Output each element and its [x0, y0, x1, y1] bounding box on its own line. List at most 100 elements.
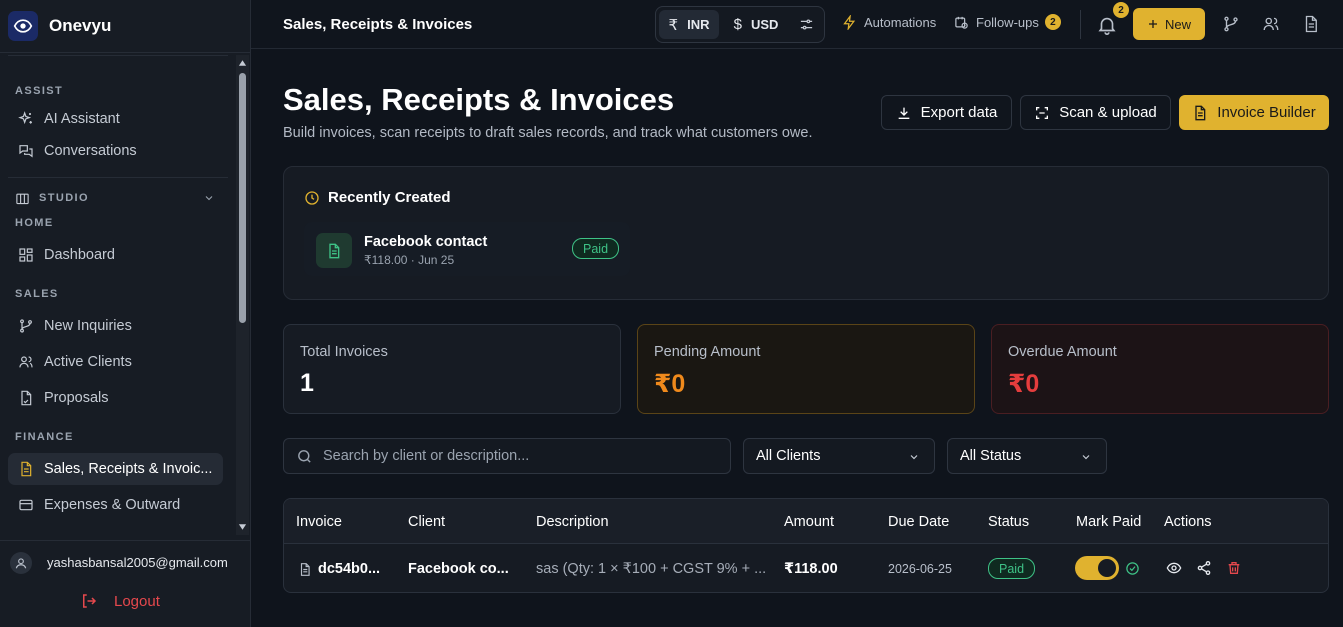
lightning-icon	[843, 15, 856, 30]
invoice-id: dc54b0...	[318, 561, 381, 577]
status-filter-select[interactable]: All Status	[947, 438, 1107, 474]
download-icon	[898, 107, 909, 119]
eye-icon[interactable]	[1166, 560, 1182, 576]
grid-icon	[19, 248, 33, 262]
new-button[interactable]: New	[1133, 8, 1205, 40]
column-header: Description	[536, 514, 609, 530]
studio-label: STUDIO	[39, 192, 89, 204]
select-value: All Status	[960, 448, 1022, 464]
export-label: Export data	[920, 104, 998, 121]
table-header: Invoice Client Description Amount Due Da…	[284, 499, 1328, 544]
search-box[interactable]	[283, 438, 731, 474]
notifications-badge: 2	[1113, 2, 1129, 18]
column-header: Due Date	[888, 514, 950, 530]
rupee-icon: ₹	[668, 16, 679, 34]
sidebar-item-ai-assistant[interactable]: AI Assistant	[8, 103, 223, 135]
sidebar-item-dashboard[interactable]: Dashboard	[8, 239, 223, 271]
divider	[1080, 10, 1081, 39]
studio-section-toggle[interactable]: STUDIO	[15, 191, 215, 205]
scan-icon	[1036, 106, 1049, 119]
followups-label: Follow-ups	[976, 14, 1039, 30]
user-profile[interactable]: yashasbansal2005@gmail.com	[0, 540, 250, 584]
bell-icon	[1098, 17, 1116, 35]
recently-created-panel: Recently Created Facebook contact ₹118.0…	[283, 166, 1329, 300]
brand-name: Onevyu	[49, 16, 112, 35]
recent-invoice-card[interactable]: Facebook contact ₹118.00 · Jun 25 Paid	[304, 222, 630, 276]
eye-logo-icon	[8, 11, 38, 41]
currency-switcher: ₹ INR $ USD	[655, 6, 825, 43]
stat-pending-amount: Pending Amount ₹0	[637, 324, 975, 414]
recent-item-meta: ₹118.00 · Jun 25	[364, 253, 455, 267]
logout-button[interactable]: Logout	[80, 592, 160, 610]
sidebar-scrollbar[interactable]	[236, 55, 249, 535]
clients-filter-select[interactable]: All Clients	[743, 438, 935, 474]
toggle-knob	[1098, 559, 1116, 577]
followups-link[interactable]: Follow-ups 2	[954, 14, 1061, 30]
column-header: Actions	[1164, 514, 1212, 530]
search-icon	[298, 449, 311, 463]
description-cell: sas (Qty: 1 × ₹100 + CGST 9% + ...	[536, 561, 767, 577]
new-label: New	[1164, 16, 1191, 32]
currency-usd-button[interactable]: $ USD	[726, 10, 786, 39]
sidebar-item-conversations[interactable]: Conversations	[8, 135, 223, 167]
table-row[interactable]: dc54b0... Facebook co... sas (Qty: 1 × ₹…	[284, 544, 1328, 592]
user-icon	[15, 557, 27, 568]
building-icon	[16, 193, 29, 204]
recent-item-name: Facebook contact	[364, 234, 488, 250]
scroll-thumb[interactable]	[239, 73, 246, 323]
scan-upload-button[interactable]: Scan & upload	[1020, 95, 1171, 130]
section-label-finance: FINANCE	[15, 431, 74, 443]
sidebar-item-sales-receipts[interactable]: Sales, Receipts & Invoic...	[8, 453, 223, 485]
sidebar-item-label: New Inquiries	[44, 318, 132, 334]
brand[interactable]: Onevyu	[0, 0, 250, 53]
currency-inr-button[interactable]: ₹ INR	[659, 10, 719, 39]
invoice-cell[interactable]: dc54b0...	[298, 561, 380, 577]
dollar-icon: $	[733, 16, 742, 33]
page-title: Sales, Receipts & Invoices	[283, 82, 675, 117]
stat-label: Overdue Amount	[1008, 344, 1117, 360]
notifications-button[interactable]	[1096, 14, 1118, 36]
stat-value: ₹0	[1008, 370, 1040, 398]
share-icon[interactable]	[1196, 560, 1212, 576]
status-badge: Paid	[572, 238, 620, 259]
stat-label: Total Invoices	[300, 344, 388, 360]
sidebar-item-active-clients[interactable]: Active Clients	[8, 346, 223, 378]
git-branch-icon	[20, 319, 32, 333]
column-header: Status	[988, 514, 1030, 530]
section-label-home: HOME	[15, 217, 54, 229]
logout-icon	[83, 594, 97, 608]
scroll-up-icon[interactable]	[238, 59, 247, 67]
chevron-down-icon	[910, 455, 918, 460]
currency-settings-button[interactable]	[792, 10, 820, 39]
stat-overdue-amount: Overdue Amount ₹0	[991, 324, 1329, 414]
sidebar-item-label: Conversations	[44, 143, 137, 159]
search-input[interactable]	[323, 448, 703, 464]
document-icon[interactable]	[1302, 15, 1320, 33]
mark-paid-toggle[interactable]	[1075, 556, 1119, 580]
avatar	[10, 551, 32, 574]
sidebar-item-label: AI Assistant	[44, 111, 120, 127]
users-icon[interactable]	[1262, 15, 1280, 33]
scroll-down-icon[interactable]	[238, 523, 247, 531]
sidebar-item-new-inquiries[interactable]: New Inquiries	[8, 310, 223, 342]
invoice-builder-button[interactable]: Invoice Builder	[1179, 95, 1329, 130]
trash-icon[interactable]	[1226, 560, 1242, 576]
sidebar-item-proposals[interactable]: Proposals	[8, 382, 223, 414]
export-data-button[interactable]: Export data	[881, 95, 1012, 130]
column-header: Client	[408, 514, 446, 530]
column-header: Amount	[784, 514, 834, 530]
chat-icon	[19, 145, 33, 158]
file-icon	[21, 390, 32, 406]
sidebar-item-expenses[interactable]: Expenses & Outward	[8, 489, 223, 521]
receipt-icon	[21, 461, 32, 477]
app-root: Onevyu ASSIST AI Assistant Conversations…	[0, 0, 1343, 627]
currency-label: INR	[687, 17, 710, 32]
currency-label: USD	[750, 17, 779, 32]
git-branch-icon[interactable]	[1222, 15, 1240, 33]
automations-link[interactable]: Automations	[842, 15, 936, 30]
topbar-title: Sales, Receipts & Invoices	[283, 16, 473, 33]
recent-title-text: Recently Created	[328, 189, 451, 206]
status-badge: Paid	[988, 558, 1036, 579]
sliders-icon	[800, 19, 812, 30]
topbar: Sales, Receipts & Invoices ₹ INR $ USD A…	[251, 0, 1343, 49]
